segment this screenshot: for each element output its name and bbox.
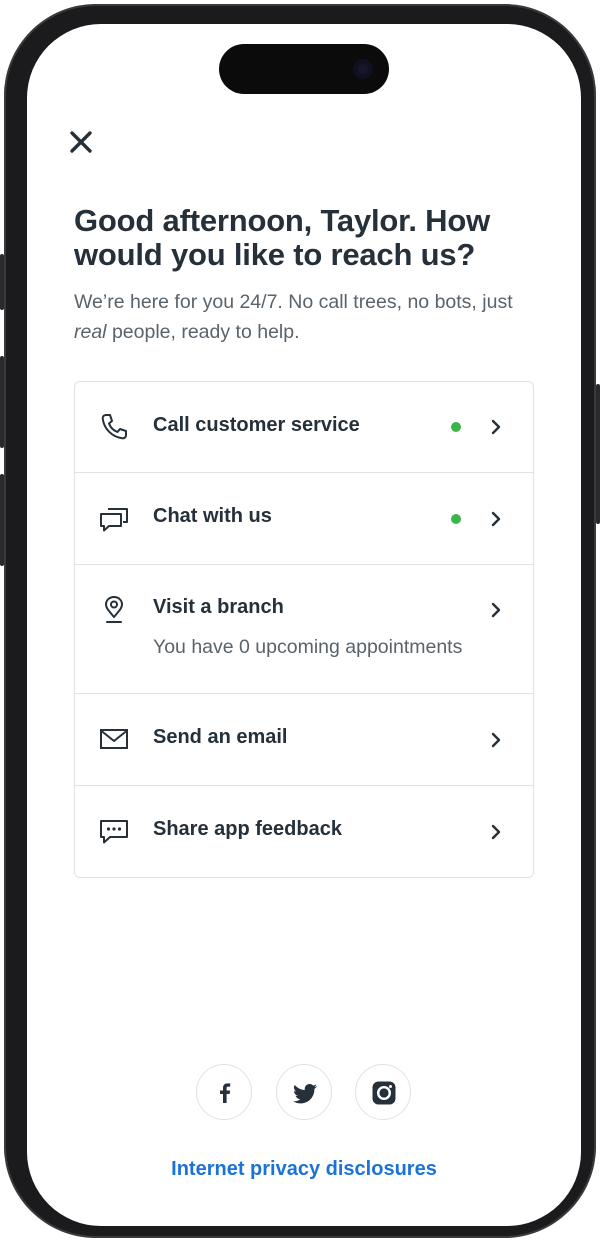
feedback-icon <box>100 820 128 844</box>
subtitle-text: We’re here for you 24/7. No call trees, … <box>74 291 513 313</box>
subtitle-text-end: people, ready to help. <box>106 321 300 343</box>
chevron-right-icon <box>491 824 501 840</box>
screen: Good afternoon, Taylor. How would you li… <box>27 24 581 1226</box>
power-button <box>596 384 600 524</box>
camera <box>353 59 373 79</box>
phone-icon <box>101 414 127 440</box>
option-share-app-feedback[interactable]: Share app feedback <box>75 786 533 877</box>
twitter-icon <box>293 1084 317 1104</box>
instagram-icon <box>372 1081 396 1105</box>
facebook-icon <box>220 1083 231 1103</box>
option-label: Chat with us <box>153 505 272 527</box>
option-label: Share app feedback <box>153 818 342 840</box>
twitter-button[interactable] <box>276 1064 332 1120</box>
contact-options-list: Call customer service Chat with us Visit… <box>74 381 534 878</box>
option-send-an-email[interactable]: Send an email <box>75 694 533 786</box>
option-label: Send an email <box>153 726 288 748</box>
chevron-right-icon <box>491 419 501 435</box>
volume-up-button <box>0 254 4 310</box>
volume-down-button <box>0 356 4 448</box>
option-label: Call customer service <box>153 414 360 436</box>
chevron-right-icon <box>491 732 501 748</box>
option-label: Visit a branch <box>153 596 284 618</box>
action-button <box>0 474 4 566</box>
chevron-right-icon <box>491 602 501 618</box>
phone-frame: Good afternoon, Taylor. How would you li… <box>0 4 600 1238</box>
chat-icon <box>100 508 128 532</box>
facebook-button[interactable] <box>196 1064 252 1120</box>
subtitle-emphasis: real <box>74 321 107 343</box>
privacy-disclosures-link[interactable]: Internet privacy disclosures <box>27 1158 581 1181</box>
instagram-button[interactable] <box>355 1064 411 1120</box>
option-chat-with-us[interactable]: Chat with us <box>75 473 533 565</box>
available-indicator <box>451 422 461 432</box>
chevron-right-icon <box>491 511 501 527</box>
envelope-icon <box>100 729 128 749</box>
dynamic-island <box>219 44 389 94</box>
option-visit-a-branch[interactable]: Visit a branch You have 0 upcoming appoi… <box>75 565 533 694</box>
available-indicator <box>451 514 461 524</box>
close-icon[interactable] <box>67 128 95 156</box>
location-pin-icon <box>105 596 123 623</box>
page-subtitle: We’re here for you 24/7. No call trees, … <box>74 287 544 347</box>
page-title: Good afternoon, Taylor. How would you li… <box>74 203 490 272</box>
option-call-customer-service[interactable]: Call customer service <box>75 382 533 473</box>
appointments-text: You have 0 upcoming appointments <box>153 636 463 658</box>
